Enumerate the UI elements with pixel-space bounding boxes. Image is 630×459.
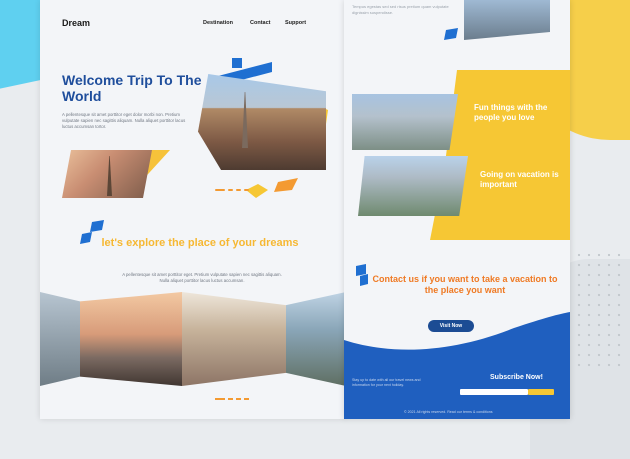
- blue-cube-decoration-right: [444, 28, 458, 40]
- explore-description: A pellentesque sit amet porttitor eget. …: [122, 272, 282, 283]
- subscribe-title: Subscribe Now!: [490, 374, 543, 381]
- feature-vacation-text: Going on vacation is important: [480, 170, 559, 189]
- city-aerial-photo: [352, 94, 458, 150]
- landing-page-right: Tempus egestas sed sed risus pretium qua…: [344, 0, 570, 419]
- louvre-photo: [464, 0, 550, 40]
- hero-carousel-indicator[interactable]: [215, 189, 249, 191]
- gallery-photo-gargoyle[interactable]: [80, 292, 182, 386]
- nav-link-support[interactable]: Support: [285, 20, 306, 26]
- gallery-photo-louvre[interactable]: [40, 292, 80, 386]
- logo[interactable]: Dream: [62, 18, 90, 28]
- paris-panorama-photo: [358, 156, 468, 216]
- hero-description: A pellentesque sit amet porttitor eget d…: [62, 112, 186, 129]
- nav-link-contact[interactable]: Contact: [250, 20, 270, 26]
- top-navigation: Dream Destination Contact Support: [40, 0, 346, 44]
- destination-gallery: [40, 292, 346, 386]
- contact-title: Contact us if you want to take a vacatio…: [372, 274, 558, 295]
- top-description: Tempus egestas sed sed risus pretium qua…: [352, 4, 449, 15]
- nav-link-destination[interactable]: Destination: [203, 20, 233, 26]
- background-dot-pattern: [574, 250, 624, 370]
- hero-title: Welcome Trip To The World: [62, 72, 202, 104]
- copyright-text: © 2021 All rights reserved. Read our ter…: [404, 410, 493, 414]
- gallery-carousel-indicator[interactable]: [215, 398, 249, 400]
- feature-fun-text: Fun things with the people you love: [474, 103, 548, 122]
- gallery-photo-market[interactable]: [182, 292, 286, 386]
- subscribe-button[interactable]: [528, 389, 554, 395]
- subscribe-description: Stay up to date with all our travel news…: [352, 378, 421, 387]
- gallery-photo-street[interactable]: [286, 292, 346, 386]
- landing-page-left: Dream Destination Contact Support Welcom…: [40, 0, 346, 419]
- subscribe-email-input[interactable]: [460, 389, 528, 395]
- eiffel-sunset-photo: [62, 150, 152, 198]
- orange-diamond-decoration: [246, 178, 298, 198]
- blue-cube-decoration-contact: [356, 264, 368, 286]
- visit-now-button[interactable]: Visit Now: [428, 320, 474, 332]
- explore-title: let's explore the place of your dreams: [101, 237, 299, 249]
